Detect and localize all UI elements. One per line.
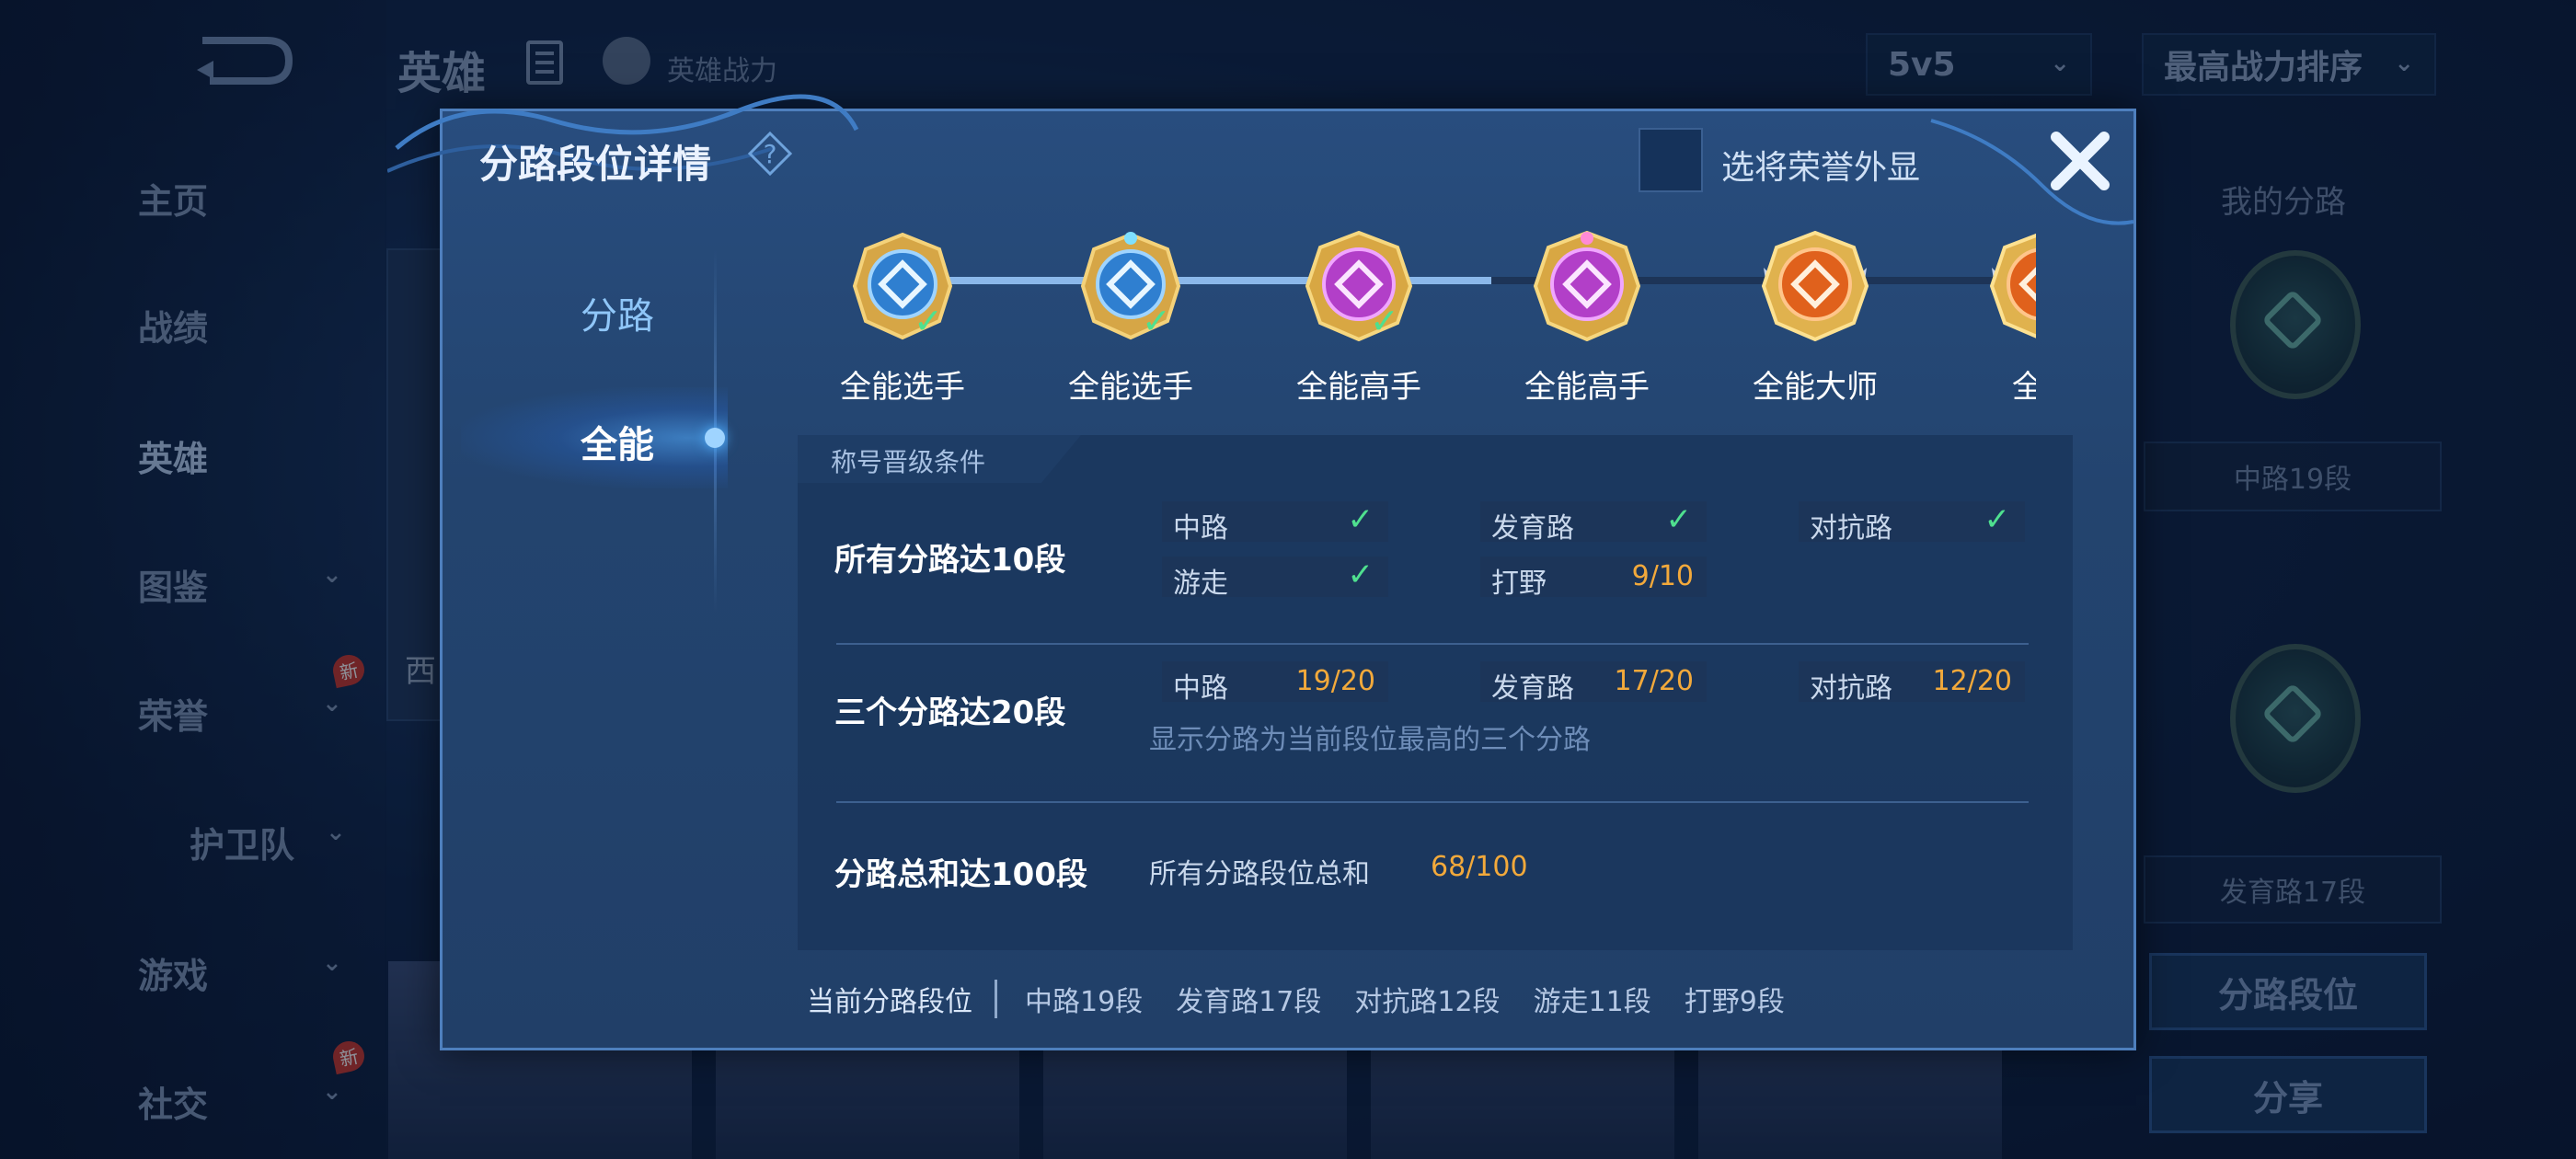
current-lane-ranks: 当前分路段位 中路19段 发育路17段 对抗路12段 游走11段 打野9段 (807, 976, 1818, 1022)
rank-node[interactable]: 全能大师 (1723, 212, 1907, 406)
rank-label: 全能选手 (840, 369, 965, 406)
svg-text:?: ? (764, 139, 777, 169)
condition-title: 分路总和达100段 (834, 856, 1087, 893)
lane-rank-item: 中路19段 (1025, 986, 1144, 1018)
divider (836, 801, 2029, 803)
divider (995, 980, 997, 1018)
lane-progress-cell: 对抗路 12/20 (1799, 661, 2025, 705)
rank-label: 全能选手 (1068, 369, 1193, 406)
check-icon: ✓ (1984, 501, 2011, 538)
promotion-conditions-panel: 称号晋级条件 所有分路达10段 中路 ✓ 发育路 ✓ 对抗路 ✓ 游走 ✓ 打野 9/10… (798, 435, 2073, 950)
check-icon: ✓ (1347, 557, 1374, 593)
rank-label: 全能 (2012, 369, 2036, 406)
conditions-header: 称号晋级条件 (798, 435, 1081, 483)
check-icon: ✓ (1665, 501, 1693, 538)
lane-rank-item: 打野9段 (1684, 986, 1785, 1018)
achieved-check-icon: ✓ (1142, 301, 1171, 341)
condition-note: 显示分路为当前段位最高的三个分路 (1149, 724, 1591, 756)
honor-display-label: 选将荣誉外显 (1721, 149, 1921, 187)
rank-node[interactable]: ✓ 全能选手 (811, 212, 995, 406)
rank-label: 全能高手 (1524, 369, 1650, 406)
honor-display-checkbox[interactable] (1639, 128, 1703, 192)
lane-rank-detail-dialog: 分路段位详情 ? 选将荣誉外显 分路 全能 ✓ 全能选手 ✓ 全能选手 ✓ 全能… (387, 94, 2136, 1050)
rank-emblem-icon (1533, 231, 1641, 341)
condition-title: 三个分路达20段 (834, 694, 1066, 731)
lane-status-cell: 打野 9/10 (1480, 557, 1707, 600)
lane-rank-item: 对抗路12段 (1354, 986, 1501, 1018)
condition-title: 所有分路达10段 (834, 542, 1066, 579)
achieved-check-icon: ✓ (914, 301, 943, 341)
lane-rank-item: 发育路17段 (1176, 986, 1322, 1018)
total-rank-progress: 68/100 (1431, 851, 1528, 883)
tab-lane[interactable]: 分路 (479, 286, 755, 339)
dialog-title: 分路段位详情 (479, 142, 712, 187)
check-icon: ✓ (1347, 501, 1374, 538)
close-icon[interactable] (2043, 124, 2117, 198)
rank-node[interactable]: 全能高手 (1495, 212, 1679, 406)
lane-status-cell: 发育路 ✓ (1480, 501, 1707, 545)
rank-emblem-icon (1761, 231, 1869, 341)
conditions-header-label: 称号晋级条件 (831, 447, 986, 477)
divider (836, 643, 2029, 645)
lane-status-cell: 中路 ✓ (1162, 501, 1388, 545)
rank-node[interactable]: ✓ 全能选手 (1039, 212, 1223, 406)
rank-emblem-icon (1989, 233, 2036, 339)
rank-label: 全能高手 (1296, 369, 1421, 406)
lane-rank-item: 游走11段 (1533, 986, 1651, 1018)
rank-label: 全能大师 (1753, 369, 1878, 406)
current-lane-ranks-label: 当前分路段位 (807, 986, 972, 1018)
active-tab-indicator (705, 428, 725, 448)
rank-node[interactable]: 全能 (1951, 212, 2036, 406)
lane-progress-cell: 中路 19/20 (1162, 661, 1388, 705)
achieved-check-icon: ✓ (1370, 301, 1399, 341)
rank-node[interactable]: ✓ 全能高手 (1267, 212, 1451, 406)
lane-progress-cell: 发育路 17/20 (1480, 661, 1707, 705)
lane-status-cell: 游走 ✓ (1162, 557, 1388, 600)
lane-status-cell: 对抗路 ✓ (1799, 501, 2025, 545)
help-icon[interactable]: ? (748, 132, 792, 176)
total-rank-label: 所有分路段位总和 (1149, 858, 1370, 890)
